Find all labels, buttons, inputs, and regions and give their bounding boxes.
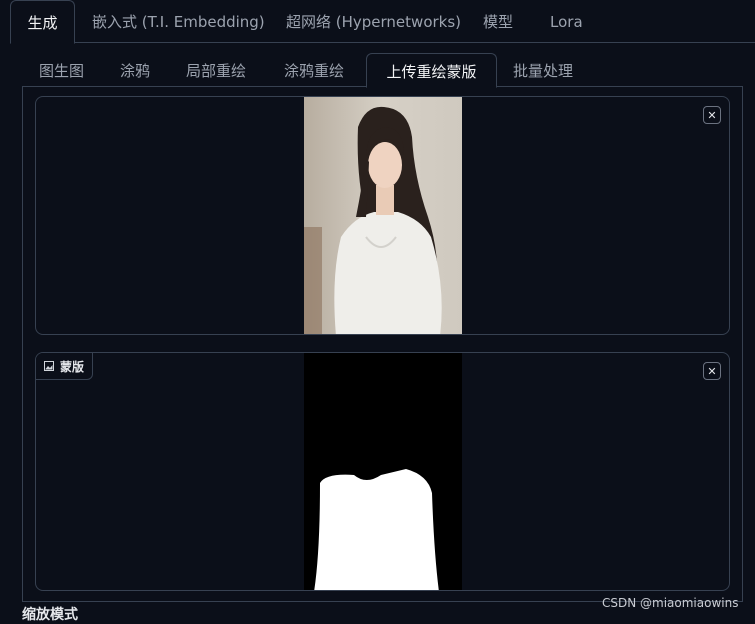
tab-ti-embedding[interactable]: 嵌入式 (T.I. Embedding) bbox=[92, 0, 265, 42]
mask-image-box[interactable]: 蒙版 ✕ bbox=[35, 352, 730, 591]
image-icon bbox=[44, 361, 54, 371]
tab-inpaint-upload[interactable]: 上传重绘蒙版 bbox=[366, 53, 497, 88]
tab-img2img[interactable]: 图生图 bbox=[39, 53, 84, 86]
tab-model[interactable]: 模型 bbox=[483, 0, 513, 42]
tab-batch[interactable]: 批量处理 bbox=[513, 53, 573, 86]
resize-mode-label: 缩放模式 bbox=[22, 607, 78, 623]
tab-sketch[interactable]: 涂鸦 bbox=[120, 53, 150, 86]
clear-image-button[interactable]: ✕ bbox=[703, 106, 721, 124]
main-tab-bar: 生成 嵌入式 (T.I. Embedding) 超网络 (Hypernetwor… bbox=[10, 0, 755, 44]
watermark: CSDN @miaomiaowins bbox=[602, 596, 739, 610]
tab-inpaint-sketch[interactable]: 涂鸦重绘 bbox=[284, 53, 344, 86]
tab-hypernetworks[interactable]: 超网络 (Hypernetworks) bbox=[286, 0, 461, 42]
img2img-tab-bar: 图生图 涂鸦 局部重绘 涂鸦重绘 上传重绘蒙版 批量处理 bbox=[22, 53, 755, 88]
tab-generate[interactable]: 生成 bbox=[10, 0, 75, 44]
mask-label-text: 蒙版 bbox=[60, 359, 85, 374]
mask-image bbox=[304, 353, 462, 590]
close-icon: ✕ bbox=[707, 364, 717, 378]
tab-inpaint[interactable]: 局部重绘 bbox=[186, 53, 246, 86]
tab-lora[interactable]: Lora bbox=[550, 0, 583, 42]
close-icon: ✕ bbox=[707, 108, 717, 122]
tab-bar-divider bbox=[10, 42, 755, 43]
mask-label-badge: 蒙版 bbox=[36, 353, 94, 380]
clear-mask-button[interactable]: ✕ bbox=[703, 362, 721, 380]
source-image-box[interactable]: ✕ bbox=[35, 96, 730, 335]
source-image bbox=[304, 97, 462, 334]
